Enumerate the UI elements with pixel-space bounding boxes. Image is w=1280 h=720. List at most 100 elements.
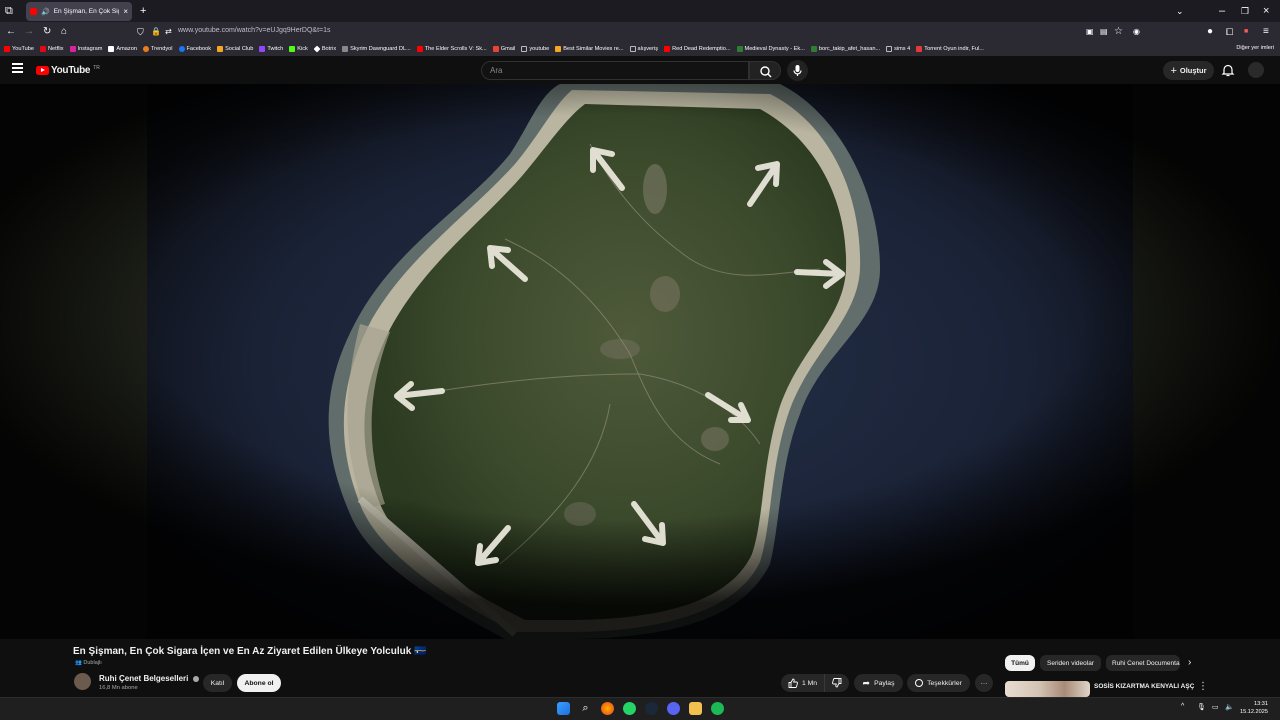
bookmark-item[interactable]: Medieval Dynasty - Ek...: [736, 46, 805, 52]
join-button[interactable]: Katıl: [203, 674, 232, 692]
bookmark-icon: [39, 46, 46, 52]
kebab-menu-icon[interactable]: ⋮: [1198, 681, 1208, 692]
bookmark-item[interactable]: Best Similar Movies re...: [555, 46, 624, 52]
chip-all[interactable]: Tümü: [1005, 655, 1035, 671]
search-icon: [760, 66, 772, 78]
bookmark-item[interactable]: The Elder Scrolls V: Sk...: [416, 46, 487, 52]
recommended-video-thumbnail[interactable]: [1005, 681, 1090, 697]
screen-icon[interactable]: ▣: [1086, 25, 1094, 39]
folder-icon: [629, 46, 636, 52]
shield-icon[interactable]: ⛉: [137, 25, 144, 39]
bookmark-item[interactable]: Trendyol: [142, 46, 173, 52]
bookmark-item[interactable]: YouTube: [4, 46, 34, 52]
bookmark-item[interactable]: Twitch: [259, 46, 283, 52]
folder-icon: [521, 46, 528, 52]
channel-name[interactable]: Ruhi Çenet Belgeselleri: [99, 674, 199, 683]
bookmark-icon: [664, 46, 671, 52]
reload-icon[interactable]: ↻: [43, 25, 51, 39]
bookmark-folder[interactable]: alışveriş: [629, 46, 658, 52]
video-player[interactable]: [0, 84, 1280, 639]
file-explorer-icon[interactable]: [689, 702, 702, 715]
bookmark-item[interactable]: Netflix: [39, 46, 64, 52]
restore-button[interactable]: ❐: [1241, 4, 1249, 18]
island-satellite-frame: [0, 84, 1280, 639]
tray-volume-icon[interactable]: 🔈: [1225, 703, 1234, 711]
bookmark-star-icon[interactable]: ☆: [1114, 25, 1123, 39]
bookmark-icon: [108, 46, 115, 52]
bookmark-folder[interactable]: sims 4: [886, 46, 910, 52]
search-button[interactable]: [749, 61, 781, 80]
search-icon[interactable]: ⌕: [579, 702, 592, 715]
chevron-right-icon[interactable]: ›: [1188, 657, 1191, 668]
bookmark-item[interactable]: Amazon: [108, 46, 137, 52]
chip-series[interactable]: Seriden videolar: [1040, 655, 1101, 671]
other-bookmarks[interactable]: Diğer yer imleri: [1236, 45, 1274, 51]
system-clock[interactable]: 13:31 15.12.2025: [1240, 700, 1268, 716]
bookmark-item[interactable]: Kick: [289, 46, 308, 52]
more-actions-icon[interactable]: ···: [975, 674, 993, 692]
close-window-button[interactable]: ×: [1263, 4, 1269, 18]
windows-start-icon[interactable]: [557, 702, 570, 715]
steam-icon[interactable]: [645, 702, 658, 715]
screenshot-icon[interactable]: ◉: [1133, 25, 1140, 39]
discord-icon[interactable]: [667, 702, 680, 715]
bookmark-item[interactable]: Skyrim Dawnguard DL...: [342, 46, 411, 52]
minimize-button[interactable]: –: [1219, 4, 1225, 18]
search-input[interactable]: Ara: [481, 61, 749, 80]
tray-network-icon[interactable]: ▭: [1212, 703, 1219, 711]
home-icon[interactable]: ⌂: [61, 25, 67, 39]
bookmark-icon: [289, 46, 296, 52]
chip-channel[interactable]: Ruhi Cenet Documentaries: [1106, 655, 1180, 671]
reader-icon[interactable]: ▤: [1100, 25, 1108, 39]
account-icon[interactable]: ●: [1207, 25, 1213, 39]
bookmark-icon: [69, 46, 76, 52]
tray-chevron-icon[interactable]: ^: [1181, 703, 1184, 710]
address-bar[interactable]: www.youtube.com/watch?v=eUJgq9HerDQ&t=1s: [178, 27, 331, 34]
channel-avatar[interactable]: [74, 673, 91, 690]
share-button[interactable]: ➦ Paylaş: [854, 674, 903, 692]
bookmark-item[interactable]: Social Club: [217, 46, 253, 52]
dislike-button[interactable]: [824, 674, 849, 692]
bookmark-item[interactable]: Gmail: [492, 46, 515, 52]
notifications-bell-icon[interactable]: [1221, 63, 1235, 77]
bookmark-folder[interactable]: youtube: [521, 46, 549, 52]
bookmark-item[interactable]: Red Dead Redemptio...: [664, 46, 731, 52]
bookmark-item[interactable]: borc_takip_afet_hasan...: [810, 46, 880, 52]
spotify-icon[interactable]: [711, 702, 724, 715]
video-title: En Şişman, En Çok Sigara İçen ve En Az Z…: [73, 646, 427, 657]
extensions-icon[interactable]: ⧠: [1226, 25, 1233, 39]
bookmark-item[interactable]: Torrent Oyun indir, Ful...: [916, 46, 984, 52]
thanks-button[interactable]: Teşekkürler: [907, 674, 970, 692]
app-menu-icon[interactable]: ≡: [1263, 25, 1269, 39]
active-tab[interactable]: 🔊 En Şişman, En Çok Sigara İ... ×: [26, 2, 132, 21]
create-button[interactable]: + Oluştur: [1163, 61, 1214, 80]
extension-badge-icon[interactable]: ■: [1244, 25, 1248, 39]
lock-icon[interactable]: 🔒: [151, 25, 161, 39]
subscribe-button[interactable]: Abone ol: [237, 674, 281, 692]
back-icon[interactable]: ←: [6, 25, 16, 39]
permissions-icon[interactable]: ⇄: [165, 25, 172, 39]
bookmark-item[interactable]: Facebook: [178, 46, 211, 52]
bookmark-item[interactable]: Botrix: [313, 45, 336, 53]
forward-icon[interactable]: →: [24, 25, 34, 39]
voice-search-button[interactable]: [787, 60, 808, 81]
account-avatar[interactable]: [1248, 62, 1264, 78]
firefox-icon[interactable]: [601, 702, 614, 715]
dubbed-label: 👥 Dublajlı: [75, 660, 102, 666]
thumbs-up-icon: [788, 678, 798, 688]
chevron-down-icon[interactable]: ⌄: [1176, 4, 1184, 18]
youtube-favicon-icon: [30, 8, 37, 15]
whatsapp-icon[interactable]: [623, 702, 636, 715]
recommended-video-title[interactable]: SOSİS KIZARTMA KENYALI AŞÇI: [1094, 682, 1194, 691]
tab-list-icon[interactable]: ⧉: [5, 4, 13, 18]
bookmark-item[interactable]: Instagram: [69, 46, 102, 52]
speaker-icon[interactable]: 🔊: [41, 8, 50, 16]
like-button[interactable]: 1 Mn: [781, 674, 824, 692]
hamburger-menu-icon[interactable]: [12, 63, 23, 73]
new-tab-button[interactable]: +: [140, 4, 146, 18]
bookmark-icon: [259, 46, 266, 52]
youtube-logo[interactable]: YouTube TR: [36, 65, 100, 76]
bookmark-icon: [810, 46, 817, 52]
tray-mic-icon[interactable]: 🎙: [1197, 703, 1206, 711]
close-tab-icon[interactable]: ×: [123, 7, 128, 16]
